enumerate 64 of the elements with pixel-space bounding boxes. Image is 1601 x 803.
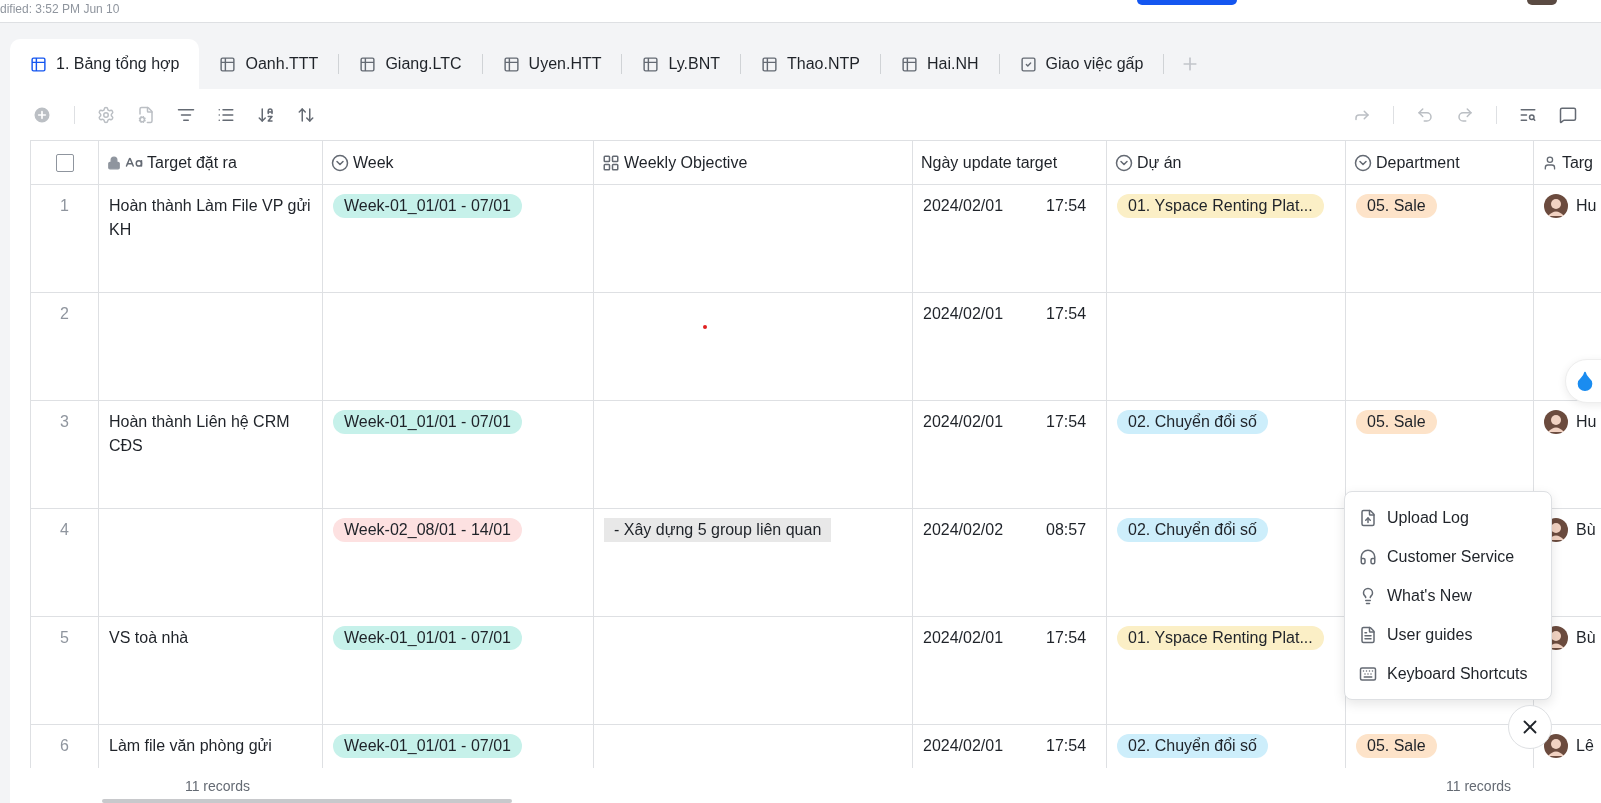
sheet-tab[interactable]: Thao.NTP [741, 39, 880, 89]
table-cell-text: Làm file văn phòng gửi [109, 736, 272, 756]
row-number: 1 [60, 196, 69, 216]
column-header[interactable]: Target đặt ra [147, 153, 237, 172]
time-cell-text: 17:54 [1046, 628, 1087, 648]
menu-item[interactable]: User guides [1345, 615, 1551, 654]
project-tag: 02. Chuyển đổi số [1117, 518, 1268, 542]
department-tag: 05. Sale [1356, 410, 1437, 434]
date-cell-text: 2024/02/02 [923, 520, 1005, 540]
sheet-tab[interactable]: Ly.BNT [622, 39, 741, 89]
table-cell-text: VS toà nhà [109, 628, 189, 648]
project-tag: 01. Yspace Renting Plat... [1117, 194, 1324, 218]
table-cell-text: Hoàn thành Liên hệ CRM CĐS [109, 412, 291, 456]
time-cell-text: 08:57 [1046, 520, 1087, 540]
week-tag: Week-01_01/01 - 07/01 [333, 194, 522, 218]
week-tag: Week-01_01/01 - 07/01 [333, 626, 522, 650]
column-header[interactable]: Week [353, 153, 394, 172]
time-cell-text: 17:54 [1046, 196, 1087, 216]
person-name: Bù [1576, 628, 1596, 648]
week-tag: Week-02_08/01 - 14/01 [333, 518, 522, 542]
department-tag: 05. Sale [1356, 734, 1437, 758]
row-number: 6 [60, 736, 69, 756]
person-name: Lê [1576, 736, 1594, 756]
record-count: 11 records [1446, 777, 1512, 794]
sheet-tab[interactable]: Giao việc gấp [999, 39, 1164, 89]
column-header[interactable]: Dự án [1137, 153, 1182, 172]
date-cell-text: 2024/02/01 [923, 736, 1005, 756]
menu-item[interactable]: What's New [1345, 576, 1551, 615]
column-header[interactable]: Weekly Objective [624, 153, 748, 172]
sheet-tab[interactable]: Hai.NH [880, 39, 999, 89]
person-name: Hu [1576, 412, 1597, 432]
row-number: 2 [60, 304, 69, 324]
date-cell-text: 2024/02/01 [923, 628, 1005, 648]
project-tag: 02. Chuyển đổi số [1117, 734, 1268, 758]
sheet-tab[interactable]: Giang.LTC [339, 39, 482, 89]
menu-item[interactable]: Upload Log [1345, 498, 1551, 537]
project-tag: 02. Chuyển đổi số [1117, 410, 1268, 434]
time-cell-text: 17:54 [1046, 304, 1087, 324]
record-count: 11 records [184, 777, 250, 794]
modified-time: dified: 3:52 PM Jun 10 [0, 2, 120, 16]
person-name: Hu [1576, 196, 1597, 216]
menu-item[interactable]: Keyboard Shortcuts [1345, 654, 1551, 693]
department-tag: 05. Sale [1356, 194, 1437, 218]
column-header[interactable]: Department [1376, 153, 1460, 172]
table-cell-text: Hoàn thành Làm File VP gửi KH [109, 196, 312, 240]
week-tag: Week-01_01/01 - 07/01 [333, 410, 522, 434]
project-tag: 01. Yspace Renting Plat... [1117, 626, 1324, 650]
time-cell-text: 17:54 [1046, 736, 1087, 756]
sheet-tab[interactable]: Uyen.HTT [482, 39, 622, 89]
row-number: 3 [60, 412, 69, 432]
objective-tag: - Xây dựng 5 group liên quan [604, 518, 832, 542]
sheet-tab[interactable]: Oanh.TTT [199, 39, 339, 89]
person-name: Bù [1576, 520, 1596, 540]
date-cell-text: 2024/02/01 [923, 304, 1005, 324]
week-tag: Week-01_01/01 - 07/01 [333, 734, 522, 758]
sheet-tab[interactable]: 1. Bảng tổng hợp [10, 39, 200, 89]
column-header[interactable]: Ngày update target [921, 153, 1058, 172]
date-cell-text: 2024/02/01 [923, 196, 1005, 216]
date-cell-text: 2024/02/01 [923, 412, 1005, 432]
column-header[interactable]: Targ [1561, 153, 1593, 172]
menu-item[interactable]: Customer Service [1345, 537, 1551, 576]
time-cell-text: 17:54 [1046, 412, 1087, 432]
row-number: 5 [60, 628, 69, 648]
row-number: 4 [60, 520, 69, 540]
